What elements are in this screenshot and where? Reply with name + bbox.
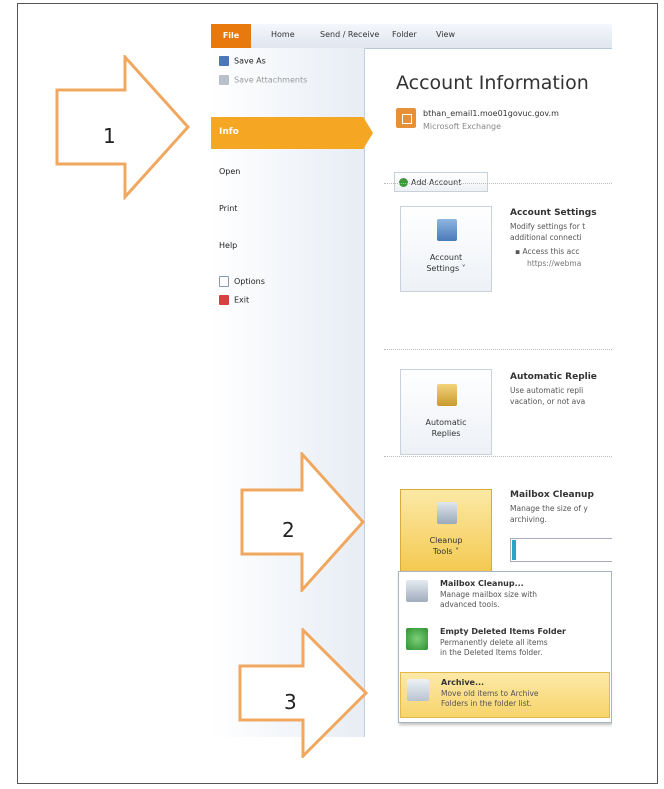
empty-deleted-desc-1: Permanently delete all items	[440, 638, 548, 647]
account-settings-heading: Account Settings	[510, 208, 597, 218]
mailbox-size-bar	[510, 538, 612, 562]
menu-item-mailbox-cleanup[interactable]: Mailbox Cleanup... Manage mailbox size w…	[400, 574, 610, 620]
save-as-label: Save As	[234, 56, 266, 66]
archive-desc: Move old items to Archive Folders in the …	[441, 689, 539, 709]
tab-file[interactable]: File	[211, 24, 251, 48]
mailbox-cleanup-icon	[406, 580, 428, 602]
nav-info-label: Info	[219, 127, 239, 137]
divider	[384, 349, 612, 350]
mailbox-cleanup-line-2: archiving.	[510, 515, 547, 524]
tab-folder[interactable]: Folder	[392, 30, 417, 39]
automatic-replies-line-2: vacation, or not ava	[510, 397, 586, 406]
exit-icon	[219, 295, 229, 305]
nav-exit[interactable]: Exit	[219, 295, 249, 305]
callout-arrow-2	[240, 452, 365, 592]
bullet-access-account: ▪ Access this acc	[515, 247, 580, 256]
webmail-url[interactable]: https://webma	[527, 258, 581, 269]
tab-home[interactable]: Home	[271, 30, 295, 39]
account-settings-label-1: Account	[429, 253, 463, 262]
tab-view[interactable]: View	[436, 30, 455, 39]
cleanup-tools-menu: Mailbox Cleanup... Manage mailbox size w…	[398, 571, 612, 723]
automatic-replies-label-1: Automatic	[425, 418, 467, 427]
account-settings-label-2: Settings ˅	[426, 264, 466, 273]
add-account-button[interactable]: Add Account	[394, 172, 488, 192]
account-settings-button[interactable]: Account Settings ˅	[400, 206, 492, 292]
save-as-icon	[219, 56, 229, 66]
cleanup-tools-icon	[437, 502, 457, 524]
mailbox-cleanup-desc: Manage mailbox size with advanced tools.	[440, 590, 537, 610]
options-label: Options	[234, 277, 265, 286]
menu-item-archive[interactable]: Archive... Move old items to Archive Fold…	[400, 672, 610, 718]
mailbox-cleanup-desc-1: Manage mailbox size with	[440, 590, 538, 599]
automatic-replies-line-1: Use automatic repli	[510, 386, 584, 395]
empty-deleted-desc-2: in the Deleted Items folder.	[440, 648, 543, 657]
callout-arrow-1	[55, 55, 190, 200]
save-attachments-item[interactable]: Save Attachments	[219, 75, 307, 85]
mailbox-size-fill	[512, 540, 516, 560]
access-account-text: Access this acc	[522, 247, 580, 256]
automatic-replies-label-2: Replies	[431, 429, 461, 438]
save-as-item[interactable]: Save As	[219, 56, 266, 66]
attachment-icon	[219, 75, 229, 85]
automatic-replies-heading: Automatic Replie	[510, 372, 597, 382]
account-email[interactable]: bthan_email1.moe01govuc.gov.m	[423, 109, 559, 118]
account-type: Microsoft Exchange	[423, 122, 502, 131]
cleanup-tools-button[interactable]: Cleanup Tools ˅	[400, 489, 492, 575]
empty-deleted-desc: Permanently delete all items in the Delet…	[440, 638, 548, 658]
callout-number-1: 1	[103, 124, 116, 148]
archive-desc-2: Folders in the folder list.	[441, 699, 532, 708]
mailbox-cleanup-heading: Mailbox Cleanup	[510, 490, 594, 500]
callout-number-2: 2	[282, 518, 295, 542]
mailbox-cleanup-line-1: Manage the size of y	[510, 504, 588, 513]
tab-send-receive[interactable]: Send / Receive	[320, 30, 379, 39]
mailbox-cleanup-desc-2: advanced tools.	[440, 600, 500, 609]
nav-print[interactable]: Print	[219, 204, 237, 213]
divider	[384, 183, 612, 184]
automatic-replies-icon	[437, 384, 457, 406]
cleanup-tools-label-1: Cleanup	[429, 536, 463, 545]
mailbox-cleanup-title: Mailbox Cleanup...	[440, 579, 524, 588]
archive-title: Archive...	[441, 678, 485, 687]
empty-deleted-title: Empty Deleted Items Folder	[440, 627, 566, 636]
recycle-icon	[406, 628, 428, 650]
archive-icon	[407, 679, 429, 701]
nav-help[interactable]: Help	[219, 241, 237, 250]
exit-label: Exit	[234, 295, 250, 305]
ribbon-tab-bar: File Home Send / Receive Folder View	[211, 24, 612, 49]
options-icon	[219, 276, 229, 287]
divider	[384, 456, 612, 457]
account-settings-line-1: Modify settings for t	[510, 222, 586, 231]
menu-item-empty-deleted[interactable]: Empty Deleted Items Folder Permanently d…	[400, 622, 610, 668]
account-settings-icon	[437, 219, 457, 241]
save-attachments-label: Save Attachments	[234, 75, 308, 85]
nav-options[interactable]: Options	[219, 276, 265, 287]
exchange-account-icon	[396, 108, 416, 128]
cleanup-tools-label-2: Tools ˅	[432, 547, 460, 556]
page-title: Account Information	[396, 72, 589, 94]
account-settings-line-2: additional connecti	[510, 233, 582, 242]
archive-desc-1: Move old items to Archive	[441, 689, 539, 698]
automatic-replies-button[interactable]: Automatic Replies	[400, 369, 492, 455]
callout-arrow-3	[238, 628, 368, 758]
callout-number-3: 3	[284, 690, 297, 714]
nav-open[interactable]: Open	[219, 167, 240, 176]
